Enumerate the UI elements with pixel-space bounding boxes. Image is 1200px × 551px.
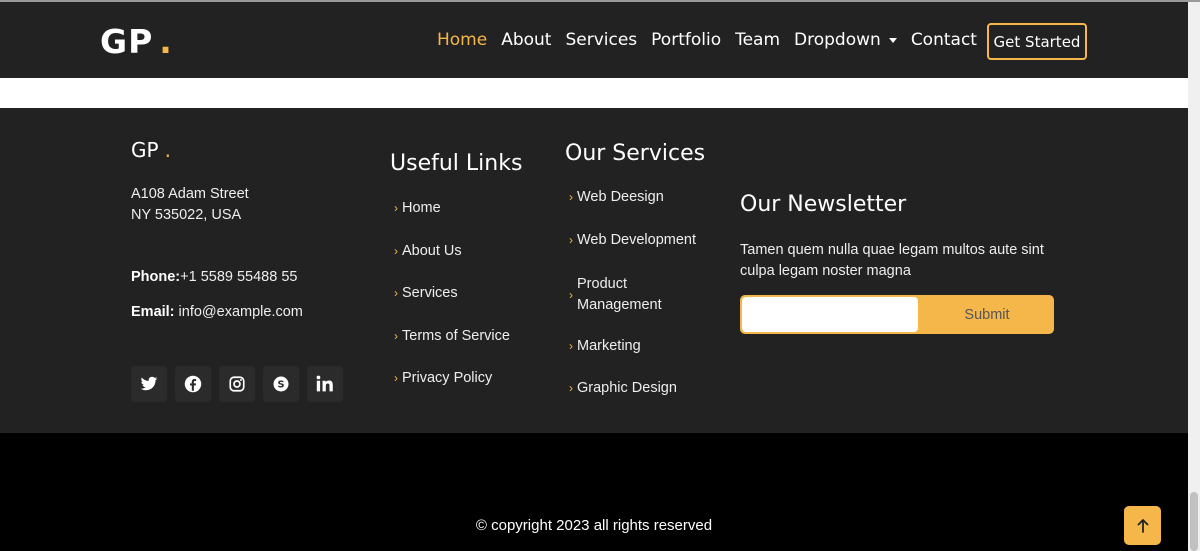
chevron-right-icon: ›	[394, 329, 398, 343]
nav-home[interactable]: Home	[437, 30, 487, 50]
get-started-button[interactable]: Get Started	[987, 23, 1087, 60]
skype-icon: S	[273, 376, 289, 392]
main-nav: Home About Services Portfolio Team Dropd…	[437, 30, 977, 50]
arrow-up-icon	[1137, 518, 1148, 533]
newsletter-email-input[interactable]	[742, 297, 918, 332]
chevron-right-icon: ›	[394, 244, 398, 258]
logo-text: GP	[100, 22, 154, 61]
service-link-product-management[interactable]: › Product Management	[569, 274, 679, 316]
svg-text:S: S	[277, 379, 284, 390]
scrollbar-track[interactable]	[1188, 2, 1200, 551]
nav-about[interactable]: About	[501, 30, 551, 50]
instagram-link[interactable]	[219, 366, 255, 402]
back-to-top-button[interactable]	[1124, 506, 1161, 545]
site-header: GP. Home About Services Portfolio Team D…	[0, 2, 1188, 78]
footer-address: A108 Adam Street NY 535022, USA	[131, 184, 249, 226]
footer-link-home[interactable]: › Home	[394, 200, 441, 216]
service-link-marketing[interactable]: › Marketing	[569, 338, 641, 354]
phone-value: +1 5589 55488 55	[180, 269, 298, 285]
newsletter-title: Our Newsletter	[740, 192, 907, 217]
footer-link-privacy[interactable]: › Privacy Policy	[394, 370, 492, 386]
phone-label: Phone:	[131, 269, 181, 285]
linkedin-link[interactable]	[307, 366, 343, 402]
scrollbar-thumb[interactable]	[1190, 492, 1198, 551]
newsletter-submit-button[interactable]: Submit	[920, 295, 1054, 334]
nav-dropdown-label: Dropdown	[794, 30, 881, 50]
newsletter-description: Tamen quem nulla quae legam multos aute …	[740, 242, 1044, 279]
useful-links-title: Useful Links	[390, 151, 523, 176]
twitter-icon	[140, 376, 158, 391]
skype-link[interactable]: S	[263, 366, 299, 402]
copyright-text: © copyright 2023 all rights reserved	[475, 517, 713, 534]
footer-link-label: Terms of Service	[402, 328, 510, 344]
newsletter-form: Submit	[740, 295, 1054, 334]
linkedin-icon	[316, 375, 333, 392]
footer-link-label: About Us	[402, 243, 462, 259]
service-link-label: Graphic Design	[577, 380, 677, 396]
service-link-web-development[interactable]: › Web Development	[569, 232, 696, 248]
content-area	[0, 78, 1188, 108]
chevron-right-icon: ›	[394, 201, 398, 215]
chevron-right-icon: ›	[569, 233, 573, 247]
footer-link-label: Privacy Policy	[402, 370, 493, 386]
service-link-label: Web Development	[577, 232, 697, 248]
footer-link-label: Services	[402, 285, 458, 301]
address-line-2: NY 535022, USA	[131, 207, 242, 223]
twitter-link[interactable]	[131, 366, 167, 402]
facebook-icon	[184, 375, 202, 393]
service-link-web-design[interactable]: › Web Deesign	[569, 189, 664, 205]
chevron-right-icon: ›	[394, 286, 398, 300]
service-link-label: Product Management	[577, 276, 662, 313]
service-link-graphic-design[interactable]: › Graphic Design	[569, 380, 677, 396]
footer-email: Email: info@example.com	[131, 304, 303, 320]
nav-team[interactable]: Team	[735, 30, 780, 50]
footer-logo-text: GP	[131, 138, 159, 162]
nav-contact[interactable]: Contact	[911, 30, 977, 50]
footer-link-terms[interactable]: › Terms of Service	[394, 328, 510, 344]
social-links: S	[131, 366, 343, 402]
nav-services[interactable]: Services	[565, 30, 637, 50]
services-title: Our Services	[565, 141, 706, 166]
footer-link-label: Home	[402, 200, 441, 216]
chevron-down-icon	[888, 37, 897, 43]
footer-logo-dot: .	[164, 138, 171, 162]
address-line-1: A108 Adam Street	[131, 186, 249, 202]
chevron-right-icon: ›	[569, 288, 573, 302]
footer-link-about[interactable]: › About Us	[394, 243, 462, 259]
chevron-right-icon: ›	[394, 371, 398, 385]
footer-phone: Phone:+1 5589 55488 55	[131, 269, 297, 285]
chevron-right-icon: ›	[569, 339, 573, 353]
footer-link-services[interactable]: › Services	[394, 285, 458, 301]
instagram-icon	[229, 376, 245, 392]
email-value: info@example.com	[178, 304, 303, 320]
service-link-label: Marketing	[577, 338, 641, 354]
nav-dropdown[interactable]: Dropdown	[794, 30, 897, 50]
chevron-right-icon: ›	[569, 190, 573, 204]
service-link-label: Web Deesign	[577, 189, 664, 205]
chevron-right-icon: ›	[569, 381, 573, 395]
footer-logo[interactable]: GP.	[131, 138, 171, 162]
nav-portfolio[interactable]: Portfolio	[651, 30, 721, 50]
logo-dot: .	[159, 22, 173, 61]
email-label: Email:	[131, 304, 175, 320]
site-logo[interactable]: GP.	[100, 22, 173, 61]
facebook-link[interactable]	[175, 366, 211, 402]
